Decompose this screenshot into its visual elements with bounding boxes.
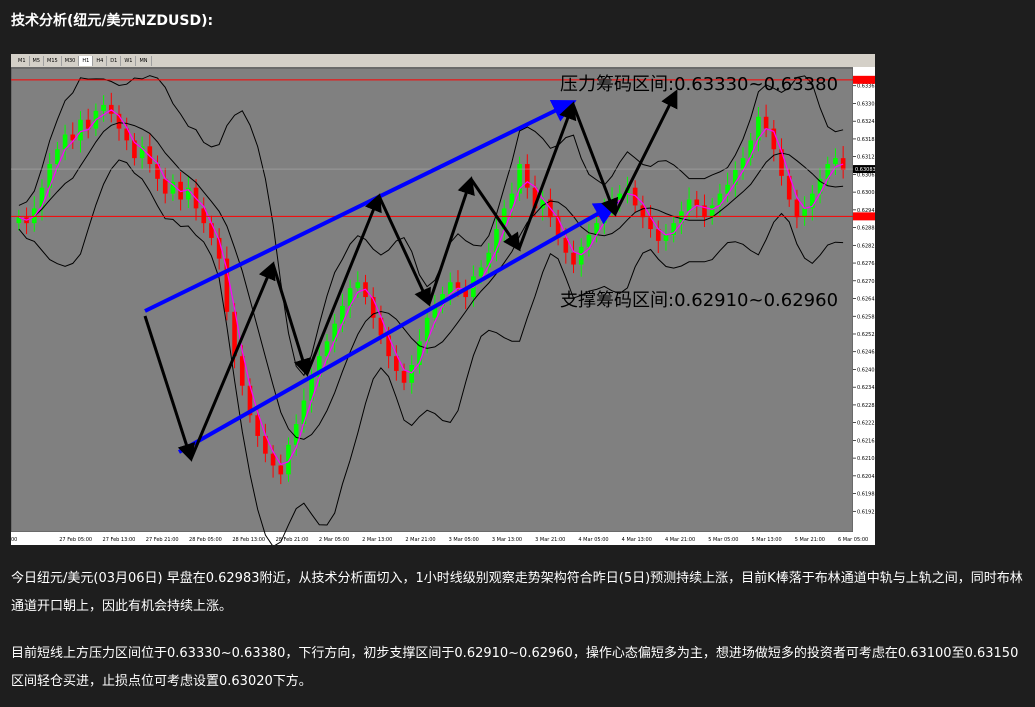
x-tick-label: 28 Feb 13:00 — [232, 537, 265, 543]
x-tick-label: 4 Mar 13:00 — [622, 537, 652, 543]
resistance-marker — [853, 75, 875, 84]
x-tick-label: 5 Mar 21:00 — [795, 537, 825, 543]
support-marker — [853, 212, 875, 221]
y-tick-label: 0.62045 — [857, 474, 875, 480]
candle-body — [663, 234, 669, 241]
y-tick-label: 0.62165 — [857, 438, 875, 444]
current-price-label: 0.63083 — [855, 167, 875, 173]
candle-body — [401, 370, 407, 383]
y-tick-label: 0.62525 — [857, 332, 875, 338]
x-tick-label: 27 Feb 13:00 — [103, 537, 136, 543]
y-tick-label: 0.62585 — [857, 314, 875, 320]
candle-body — [694, 199, 700, 206]
candle-body — [101, 104, 106, 111]
candle-body — [409, 365, 415, 383]
x-tick-label: 00 — [11, 537, 17, 543]
x-tick-label: 2 Mar 05:00 — [319, 537, 349, 543]
timeframe-w1[interactable]: W1 — [121, 55, 137, 66]
timeframe-h1[interactable]: H1 — [79, 55, 94, 66]
y-tick-label: 0.62225 — [857, 421, 875, 427]
y-tick-label: 0.62105 — [857, 456, 875, 462]
candle-body — [355, 282, 361, 289]
y-tick-label: 0.62705 — [857, 279, 875, 285]
y-tick-label: 0.63365 — [857, 84, 875, 90]
candle-body — [162, 178, 168, 194]
x-tick-label: 3 Mar 05:00 — [449, 537, 479, 543]
resistance-label: 压力筹码区间:0.63330~0.63380 — [560, 74, 839, 95]
x-tick-label: 5 Mar 13:00 — [751, 537, 781, 543]
y-tick-label: 0.61925 — [857, 509, 875, 515]
page-title: 技术分析(纽元/美元NZDUSD): — [11, 13, 214, 29]
price-chart: 0.63365 0.63305 0.63245 0.63185 0.63125 0.630… — [11, 54, 875, 545]
candle-body — [278, 465, 284, 475]
candle-body — [78, 119, 83, 141]
timeframe-mn[interactable]: MN — [136, 55, 152, 66]
y-tick-label: 0.63065 — [857, 172, 875, 178]
y-tick-label: 0.63005 — [857, 190, 875, 196]
y-tick-label: 0.62825 — [857, 243, 875, 249]
timeframe-d1[interactable]: D1 — [107, 55, 122, 66]
x-tick-label: 2 Mar 21:00 — [405, 537, 435, 543]
x-tick-label: 3 Mar 13:00 — [492, 537, 522, 543]
y-tick-label: 0.62765 — [857, 261, 875, 267]
x-tick-label: 4 Mar 21:00 — [665, 537, 695, 543]
x-tick-label: 27 Feb 05:00 — [59, 537, 92, 543]
y-tick-label: 0.62645 — [857, 297, 875, 303]
y-tick-label: 0.63125 — [857, 155, 875, 161]
y-tick-label: 0.62405 — [857, 367, 875, 373]
candle-body — [571, 252, 576, 265]
candle-body — [578, 246, 584, 265]
y-tick-label: 0.61985 — [857, 492, 875, 498]
candle-body — [455, 282, 461, 289]
y-tick-label: 0.62345 — [857, 385, 875, 391]
x-tick-label: 6 Mar 05:00 — [838, 537, 868, 543]
y-tick-label: 0.63305 — [857, 101, 875, 107]
y-tick-label: 0.62885 — [857, 226, 875, 232]
candle-body — [763, 116, 769, 129]
candle-body — [386, 335, 391, 357]
y-tick-label: 0.62285 — [857, 403, 875, 409]
x-tick-label: 2 Mar 13:00 — [362, 537, 392, 543]
y-tick-label: 0.63185 — [857, 137, 875, 143]
candle-body — [833, 158, 838, 165]
candle-body — [224, 258, 230, 312]
x-tick-label: 5 Mar 05:00 — [708, 537, 738, 543]
candle-body — [332, 323, 338, 342]
analysis-paragraph-1: 今日纽元/美元(03月06日) 早盘在0.62983附近，从技术分析面切入，1小… — [11, 571, 1023, 614]
x-tick-label: 3 Mar 21:00 — [535, 537, 565, 543]
x-tick-label: 28 Feb 05:00 — [189, 537, 222, 543]
candle-body — [794, 199, 800, 218]
timeframe-m1[interactable]: M1 — [15, 55, 30, 66]
analysis-paragraph-2: 目前短线上方压力区间位于0.63330~0.63380，下行方向，初步支撑区间于… — [11, 646, 1019, 689]
x-tick-label: 4 Mar 05:00 — [578, 537, 608, 543]
candle-body — [55, 149, 60, 165]
timeframe-toolbar: M1 M5 M15 M30 H1 H4 D1 W1 MN — [11, 54, 875, 67]
timeframe-m5[interactable]: M5 — [30, 55, 44, 66]
y-tick-label: 0.63245 — [857, 119, 875, 125]
candle-body — [301, 400, 307, 425]
x-tick-label: 27 Feb 21:00 — [146, 537, 179, 543]
candle-body — [478, 267, 484, 277]
timeframe-m30[interactable]: M30 — [62, 55, 80, 66]
candle-body — [524, 164, 530, 188]
timeframe-m15[interactable]: M15 — [44, 55, 62, 66]
support-label: 支撑筹码区间:0.62910~0.62960 — [560, 290, 839, 311]
y-tick-label: 0.62465 — [857, 350, 875, 356]
timeframe-h4[interactable]: H4 — [93, 55, 108, 66]
